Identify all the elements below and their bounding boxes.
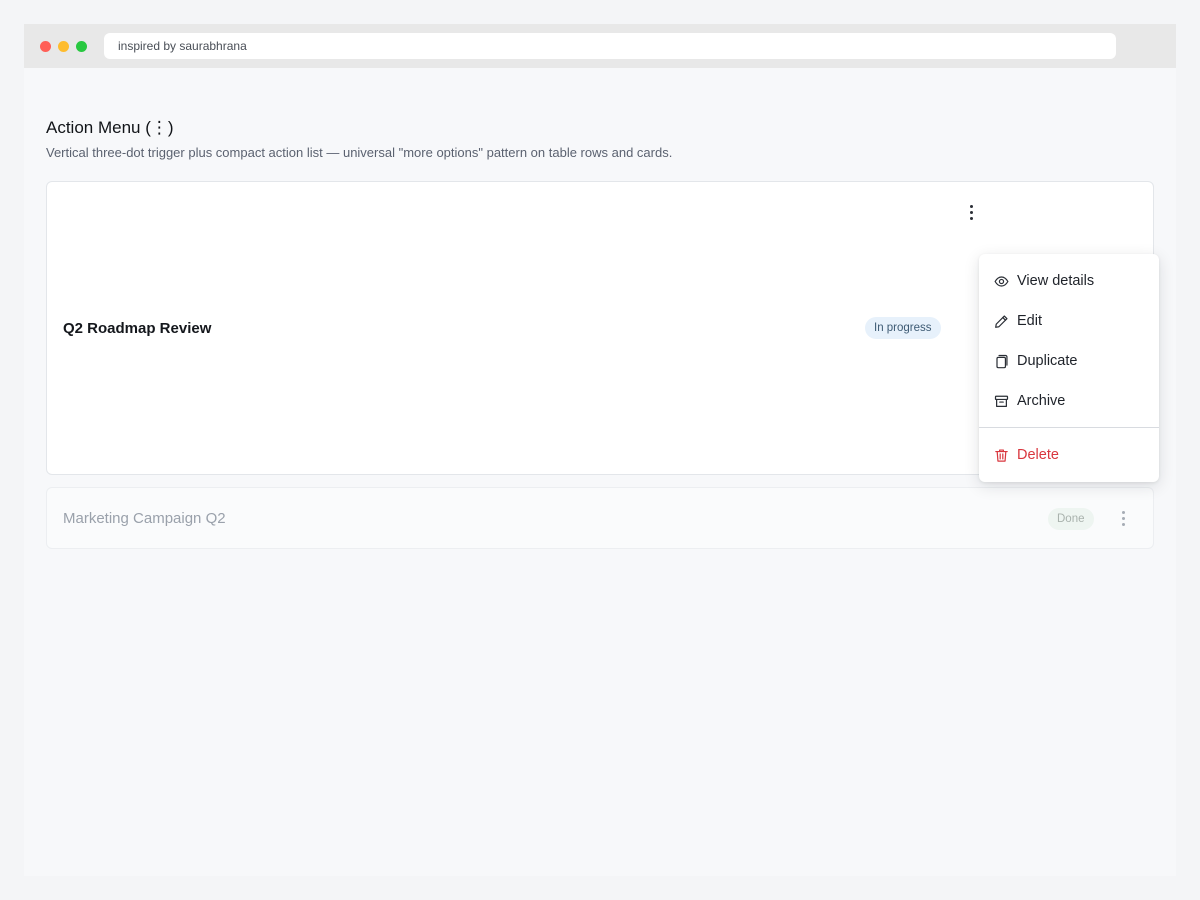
menu-item-label: Duplicate: [1017, 353, 1078, 369]
action-menu: View details Edit Duplicate Archive Dele…: [979, 254, 1159, 482]
card-title: Q2 Roadmap Review: [63, 320, 212, 337]
more-options-button[interactable]: [961, 201, 981, 223]
minimize-window-button[interactable]: [58, 40, 69, 52]
kebab-dot: [1121, 522, 1125, 526]
pencil-icon: [993, 313, 1009, 329]
copy-icon: [993, 353, 1009, 369]
card-title: Marketing Campaign Q2: [63, 510, 226, 527]
menu-item-label: Delete: [1017, 447, 1059, 463]
kebab-dot: [969, 204, 973, 208]
menu-item-edit[interactable]: Edit: [979, 301, 1159, 341]
status-badge: In progress: [865, 317, 941, 339]
page-title: Action Menu (⋮): [46, 118, 174, 137]
menu-item-duplicate[interactable]: Duplicate: [979, 341, 1159, 381]
close-window-button[interactable]: [40, 40, 51, 52]
menu-item-label: Archive: [1017, 393, 1066, 409]
menu-item-archive[interactable]: Archive: [979, 381, 1159, 421]
menu-divider: [979, 427, 1159, 428]
status-badge: Done: [1048, 508, 1094, 530]
kebab-dot: [1121, 516, 1125, 520]
kebab-dot: [1121, 510, 1125, 514]
maximize-window-button[interactable]: [76, 40, 87, 52]
trash-icon: [993, 447, 1009, 463]
more-options-button[interactable]: [1113, 507, 1133, 529]
address-bar[interactable]: inspired by saurabhrana: [104, 33, 1116, 59]
window-controls: [40, 40, 87, 52]
menu-item-label: Edit: [1017, 313, 1042, 329]
menu-item-delete[interactable]: Delete: [979, 435, 1159, 475]
page-subtitle: Vertical three-dot trigger plus compact …: [46, 145, 673, 160]
archive-icon: [993, 393, 1009, 409]
task-card-muted: Marketing Campaign Q2 Done: [46, 487, 1154, 549]
menu-item-label: View details: [1017, 273, 1095, 289]
kebab-dot: [969, 216, 973, 220]
browser-window: inspired by saurabhrana Action Menu (⋮) …: [24, 24, 1176, 876]
browser-titlebar: inspired by saurabhrana: [24, 24, 1176, 68]
kebab-dot: [969, 210, 973, 214]
eye-icon: [993, 273, 1009, 289]
menu-item-view-details[interactable]: View details: [979, 261, 1159, 301]
